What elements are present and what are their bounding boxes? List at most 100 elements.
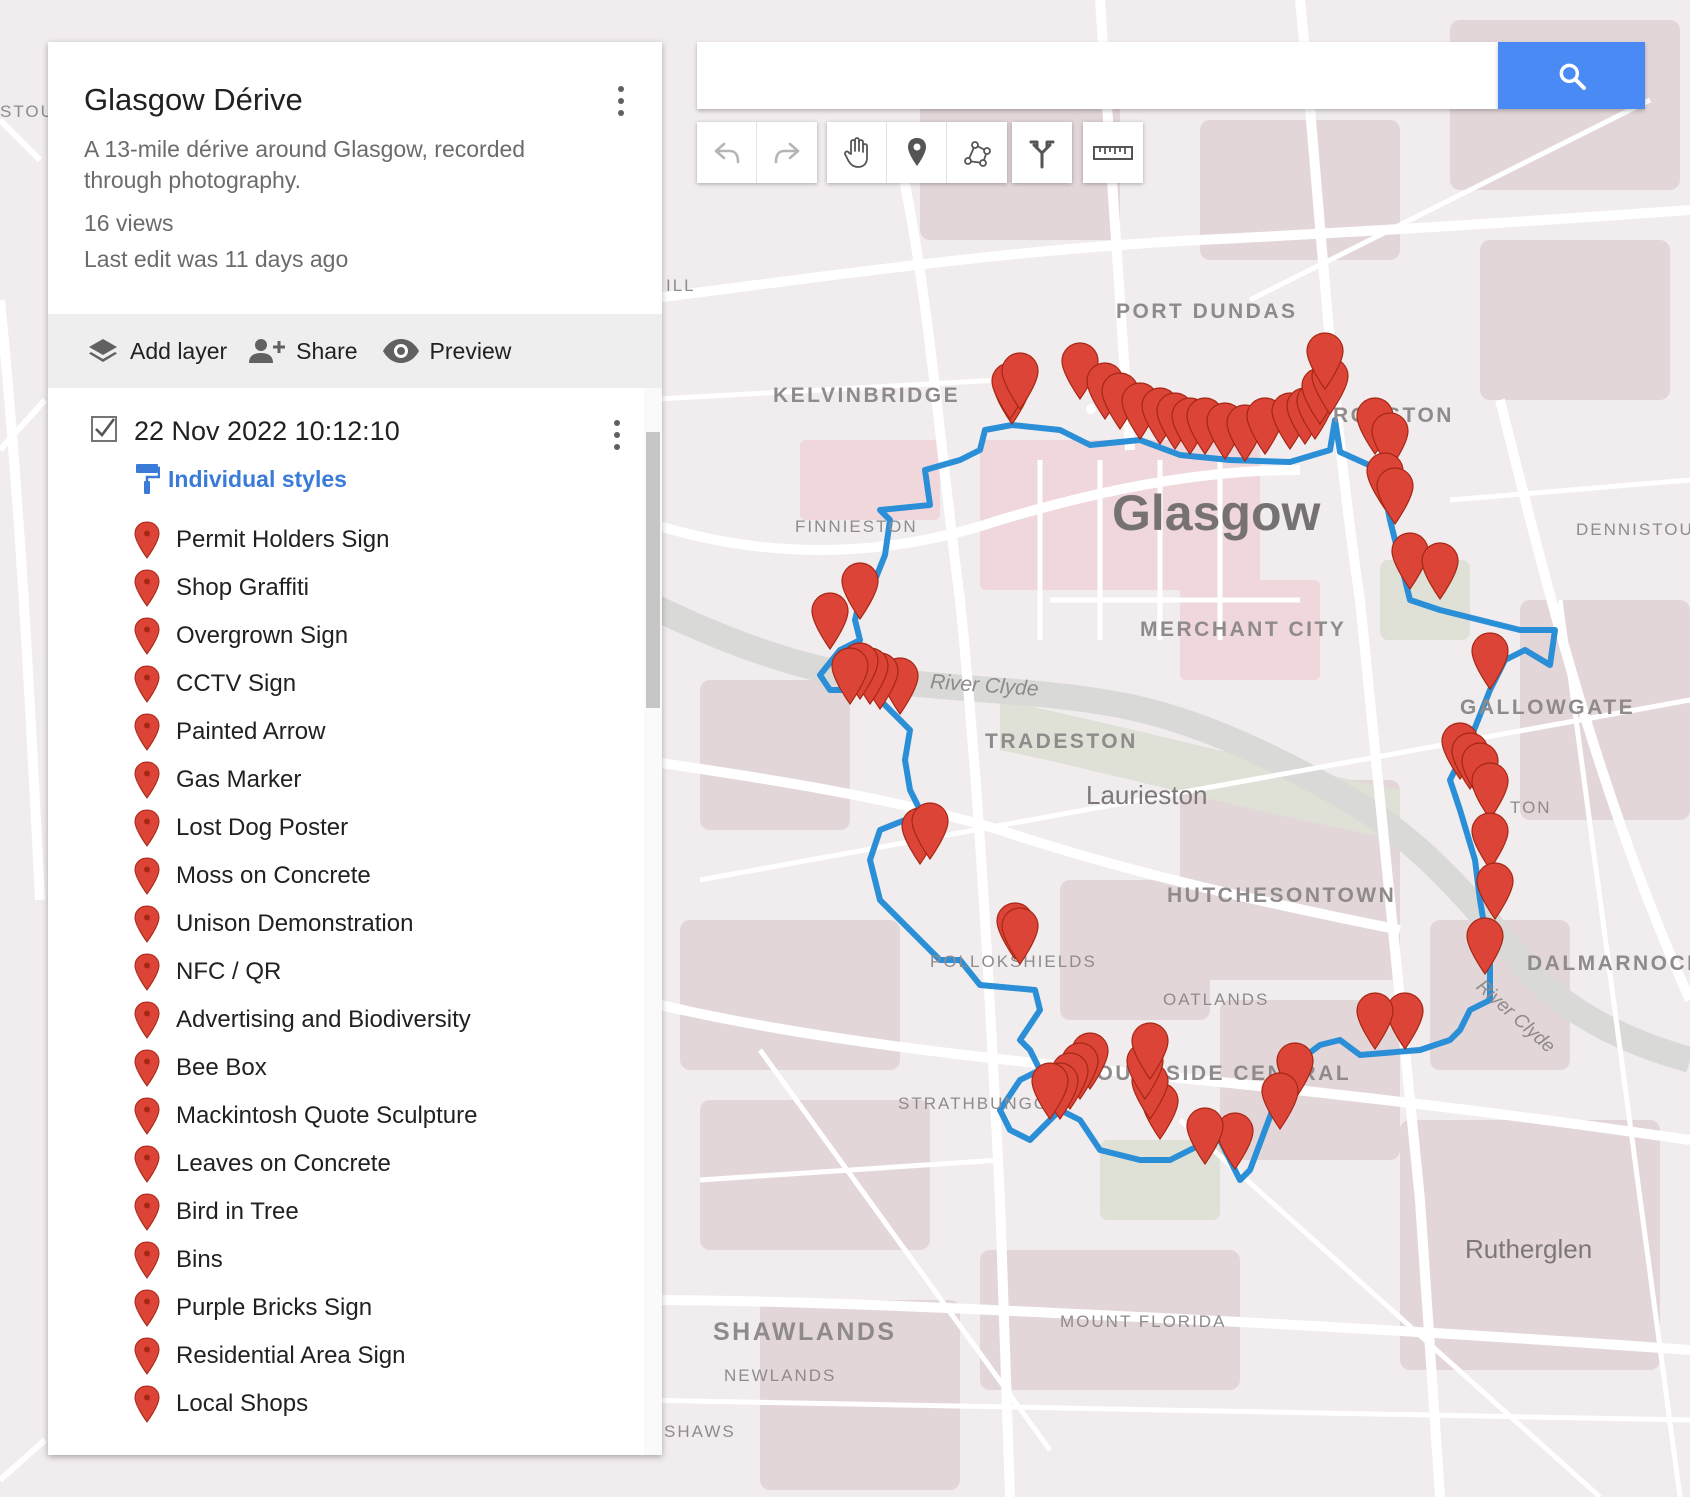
- place-item[interactable]: CCTV Sign: [134, 660, 634, 708]
- place-item[interactable]: Residential Area Sign: [134, 1332, 634, 1380]
- place-item[interactable]: NFC / QR: [134, 948, 634, 996]
- more-vert-icon: [618, 86, 624, 92]
- place-name: NFC / QR: [176, 958, 282, 985]
- place-item[interactable]: Bird in Tree: [134, 1188, 634, 1236]
- red-marker-icon: [134, 665, 162, 703]
- place-name: Moss on Concrete: [176, 862, 371, 889]
- layer-visibility-checkbox[interactable]: [90, 415, 118, 443]
- share-label: Share: [296, 337, 358, 364]
- place-item[interactable]: Lost Dog Poster: [134, 804, 634, 852]
- measure-tool-group: [1083, 122, 1143, 183]
- layer-scrollbar[interactable]: [644, 388, 662, 1455]
- map-marker[interactable]: [1261, 1072, 1299, 1131]
- place-name: Shop Graffiti: [176, 574, 309, 601]
- layer-style-link[interactable]: Individual styles: [134, 462, 347, 496]
- place-item[interactable]: Advertising and Biodiversity: [134, 996, 634, 1044]
- map-title[interactable]: Glasgow Dérive: [84, 82, 303, 118]
- red-marker-icon: [134, 1241, 162, 1279]
- red-marker-icon: [134, 713, 162, 751]
- red-marker-icon: [134, 953, 162, 991]
- red-marker-icon: [134, 1193, 162, 1231]
- map-marker[interactable]: [1471, 762, 1509, 821]
- map-marker[interactable]: [811, 592, 849, 651]
- place-name: Unison Demonstration: [176, 910, 414, 937]
- place-name: Painted Arrow: [176, 718, 326, 745]
- draw-tool-group: [827, 122, 1007, 183]
- hand-icon: [843, 136, 868, 168]
- search-button[interactable]: [1498, 42, 1645, 109]
- place-item[interactable]: Unison Demonstration: [134, 900, 634, 948]
- red-marker-icon: [134, 1385, 162, 1423]
- place-item[interactable]: Painted Arrow: [134, 708, 634, 756]
- red-marker-icon: [134, 1337, 162, 1375]
- add-marker-button[interactable]: [887, 122, 947, 183]
- directions-tool-group: [1012, 122, 1072, 183]
- place-name: Overgrown Sign: [176, 622, 349, 649]
- layer-name[interactable]: 22 Nov 2022 10:12:10: [134, 416, 400, 447]
- place-name: Bee Box: [176, 1054, 267, 1081]
- place-item[interactable]: Permit Holders Sign: [134, 516, 634, 564]
- paint-roller-icon: [136, 464, 160, 494]
- red-marker-icon: [134, 1049, 162, 1087]
- layers-icon: [89, 339, 117, 362]
- place-item[interactable]: Purple Bricks Sign: [134, 1284, 634, 1332]
- map-marker[interactable]: [1356, 992, 1394, 1051]
- share-button[interactable]: Share: [227, 314, 358, 388]
- search-input[interactable]: [697, 42, 1498, 109]
- red-marker-icon: [134, 761, 162, 799]
- add-layer-button[interactable]: Add layer: [48, 314, 227, 388]
- map-marker[interactable]: [1476, 862, 1514, 921]
- map-marker[interactable]: [1466, 917, 1504, 976]
- map-marker[interactable]: [1471, 632, 1509, 691]
- red-marker-icon: [134, 857, 162, 895]
- red-marker-icon: [134, 521, 162, 559]
- place-item[interactable]: Shop Graffiti: [134, 564, 634, 612]
- map-marker[interactable]: [1386, 992, 1424, 1051]
- layer-style-label: Individual styles: [168, 465, 347, 492]
- place-item[interactable]: Bee Box: [134, 1044, 634, 1092]
- search-icon: [1559, 63, 1586, 90]
- place-item[interactable]: Mackintosh Quote Sculpture: [134, 1092, 634, 1140]
- ruler-icon: [1093, 145, 1133, 160]
- add-directions-button[interactable]: [1012, 122, 1072, 183]
- place-name: Purple Bricks Sign: [176, 1294, 373, 1321]
- place-item[interactable]: Local Shops: [134, 1380, 634, 1428]
- map-marker[interactable]: [1421, 542, 1459, 601]
- history-tool-group: [697, 122, 817, 183]
- place-name: Mackintosh Quote Sculpture: [176, 1102, 478, 1129]
- red-marker-icon: [134, 809, 162, 847]
- red-marker-icon: [134, 1289, 162, 1327]
- place-item[interactable]: Gas Marker: [134, 756, 634, 804]
- layer-options-button[interactable]: [604, 412, 630, 458]
- place-name: Bird in Tree: [176, 1198, 299, 1225]
- map-marker[interactable]: [1186, 1107, 1224, 1166]
- panel-action-bar: Add layer Share Preview: [48, 314, 662, 388]
- map-description[interactable]: A 13-mile dérive around Glasgow, recorde…: [84, 134, 584, 196]
- place-name: Leaves on Concrete: [176, 1150, 391, 1177]
- map-options-button[interactable]: [608, 78, 634, 124]
- place-name: Lost Dog Poster: [176, 814, 349, 841]
- red-marker-icon: [134, 905, 162, 943]
- map-marker[interactable]: [1376, 467, 1414, 526]
- measure-button[interactable]: [1083, 122, 1143, 183]
- place-name: Gas Marker: [176, 766, 302, 793]
- undo-button[interactable]: [697, 122, 757, 183]
- marker-icon: [907, 137, 926, 166]
- map-view-count: 16 views: [84, 210, 174, 236]
- select-items-button[interactable]: [827, 122, 887, 183]
- map-marker[interactable]: [1471, 812, 1509, 871]
- map-marker[interactable]: [1001, 907, 1039, 966]
- scrollbar-thumb[interactable]: [646, 432, 660, 708]
- place-item[interactable]: Bins: [134, 1236, 634, 1284]
- add-layer-label: Add layer: [130, 337, 228, 364]
- place-item[interactable]: Moss on Concrete: [134, 852, 634, 900]
- more-vert-icon: [614, 420, 620, 426]
- place-name: Residential Area Sign: [176, 1342, 406, 1369]
- draw-line-button[interactable]: [947, 122, 1007, 183]
- preview-button[interactable]: Preview: [358, 314, 511, 388]
- redo-button[interactable]: [757, 122, 817, 183]
- place-item[interactable]: Overgrown Sign: [134, 612, 634, 660]
- red-marker-icon: [134, 1001, 162, 1039]
- place-item[interactable]: Leaves on Concrete: [134, 1140, 634, 1188]
- map-last-edit: Last edit was 11 days ago: [84, 246, 349, 272]
